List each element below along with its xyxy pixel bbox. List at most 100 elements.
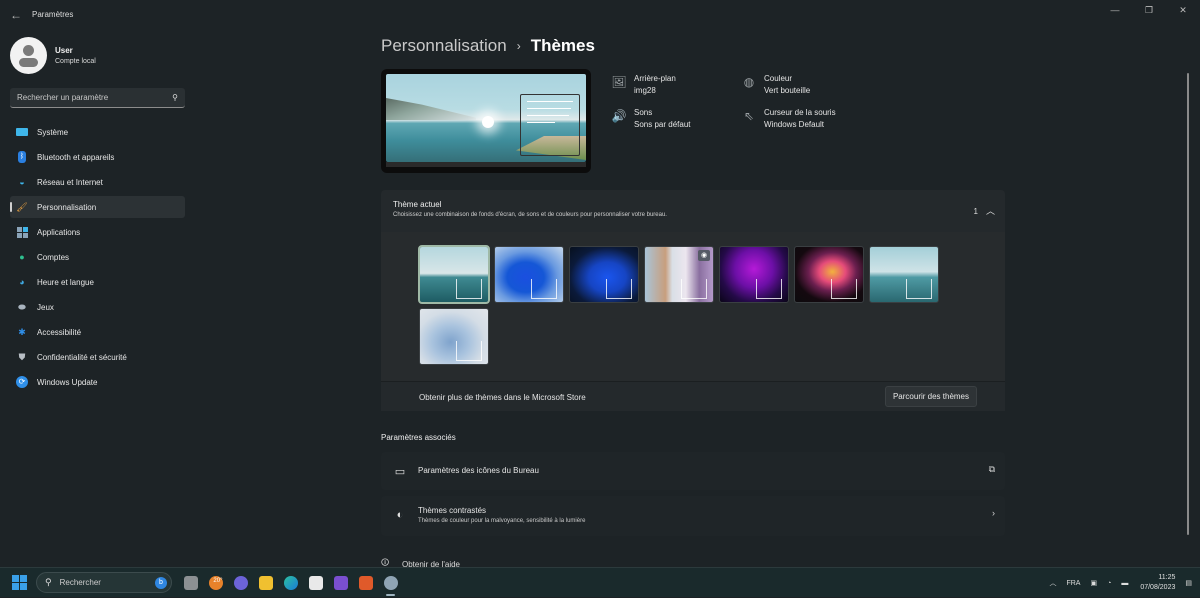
property-title: Curseur de la souris [764, 108, 836, 117]
volume-icon[interactable]: ◔ [1107, 580, 1111, 587]
accessibility-icon: ✱ [18, 326, 26, 337]
user-name: User [55, 45, 73, 55]
taskbar-search[interactable]: ⚲ Rechercher b [36, 572, 172, 593]
theme-thumbnail-bloom-light-theme[interactable] [494, 246, 564, 303]
sidebar-item-system[interactable]: Système [10, 121, 185, 143]
cursor-property[interactable]: ⇖ Curseur de la souris Windows Default [741, 108, 836, 129]
task-view-button[interactable] [178, 571, 203, 595]
sidebar-item-time-language[interactable]: ◕ Heure et langue [10, 271, 185, 293]
scrollbar[interactable] [1187, 73, 1189, 535]
folder-icon [258, 576, 273, 590]
close-button[interactable]: ✕ [1166, 0, 1200, 20]
taskbar-preview [386, 162, 586, 167]
chevron-right-icon: › [516, 39, 521, 53]
sidebar-item-bluetooth[interactable]: ᛒ Bluetooth et appareils [10, 146, 185, 168]
store-button[interactable] [303, 571, 328, 595]
sidebar-item-accounts[interactable]: ● Comptes [10, 246, 185, 268]
ubuntu-button[interactable] [353, 571, 378, 595]
settings-search: ⚲ [10, 88, 185, 108]
chat-icon [233, 576, 248, 590]
taskbar-apps: 20° [178, 571, 403, 596]
desktop-icon-settings-row[interactable]: ▭ Paramètres des icônes du Bureau ⧉ [381, 452, 1005, 490]
clock[interactable]: 11:25 07/08/2023 [1140, 573, 1175, 593]
notifications-icon[interactable]: ▤ [1185, 579, 1192, 587]
bluetooth-icon: ᛒ [16, 151, 28, 163]
sidebar-item-label: Système [37, 127, 69, 137]
chevron-up-icon[interactable]: ︿ [986, 204, 995, 217]
property-title: Sons [634, 108, 653, 117]
current-theme-title: Thème actuel [393, 200, 442, 209]
language-indicator[interactable]: FRA [1066, 580, 1080, 587]
speaker-icon: 🔊 [611, 109, 627, 123]
color-property[interactable]: ◍ Couleur Vert bouteille [741, 74, 811, 95]
sidebar-item-label: Jeux [37, 302, 54, 312]
current-theme-header[interactable]: Thème actuel Choisissez une combinaison … [381, 190, 1005, 232]
current-theme-card: Thème actuel Choisissez une combinaison … [381, 190, 1005, 411]
edge-button[interactable] [278, 571, 303, 595]
edge-icon [283, 576, 298, 590]
sidebar-item-apps[interactable]: Applications [10, 221, 185, 243]
sidebar-item-label: Applications [37, 227, 81, 237]
apps-icon [16, 226, 28, 238]
gamepad-icon: ⬬ [18, 301, 26, 312]
start-button[interactable] [12, 575, 27, 590]
theme-thumbnail-flower-theme[interactable] [794, 246, 864, 303]
background-property[interactable]: 🖼 Arrière-plan img28 [611, 74, 675, 95]
window-preview [456, 279, 482, 299]
monitor-icon: ▭ [394, 465, 406, 478]
clock-time: 11:25 [1158, 574, 1176, 581]
palette-icon: ◍ [743, 75, 755, 89]
battery-icon[interactable]: ▬ [1121, 580, 1128, 587]
theme-thumbnail-glow-theme[interactable] [719, 246, 789, 303]
sidebar-item-personalization[interactable]: 🖌 Personnalisation [10, 196, 185, 218]
visual-studio-button[interactable] [328, 571, 353, 595]
chevron-up-icon[interactable]: ︿ [1049, 578, 1056, 588]
clock-globe-icon: ◕ [19, 277, 25, 287]
breadcrumb-parent[interactable]: Personnalisation [381, 36, 507, 56]
sidebar-item-label: Windows Update [37, 377, 98, 387]
sidebar-item-privacy[interactable]: ⛊ Confidentialité et sécurité [10, 346, 185, 368]
store-text: Obtenir plus de thèmes dans le Microsoft… [419, 393, 586, 402]
theme-thumbnail-spotlight-theme[interactable]: ◉ [644, 246, 714, 303]
settings-window: ← Paramètres — ❐ ✕ User Compte local ⚲ S… [0, 0, 1200, 569]
window-preview [681, 279, 707, 299]
search-input[interactable] [17, 93, 173, 102]
theme-thumbnail-bloom-dark-theme[interactable] [569, 246, 639, 303]
browse-themes-button[interactable]: Parcourir des thèmes [884, 386, 977, 407]
network-icon[interactable]: ▣ [1090, 579, 1097, 587]
sidebar-item-accessibility[interactable]: ✱ Accessibilité [10, 321, 185, 343]
sidebar-item-gaming[interactable]: ⬬ Jeux [10, 296, 185, 318]
minimize-button[interactable]: — [1098, 0, 1132, 20]
property-value: Windows Default [764, 120, 825, 129]
property-value: Vert bouteille [764, 86, 811, 95]
theme-thumbnail-lake-alt-theme[interactable] [869, 246, 939, 303]
back-button[interactable]: ← [8, 7, 24, 23]
visual-studio-icon [333, 576, 348, 590]
title-bar: ← Paramètres — ❐ ✕ [0, 0, 1200, 30]
chevron-right-icon: › [992, 508, 995, 518]
maximize-button[interactable]: ❐ [1132, 0, 1166, 20]
theme-thumbnail-ribbon-theme[interactable] [419, 308, 489, 365]
theme-count: 1 [973, 207, 978, 216]
sidebar: User Compte local ⚲ Système ᛒ Bluetooth … [0, 30, 192, 567]
ubuntu-icon [358, 576, 373, 590]
search-icon[interactable]: ⚲ [172, 93, 178, 102]
file-explorer-button[interactable] [253, 571, 278, 595]
account-icon: ● [19, 252, 25, 262]
weather-widget[interactable]: 20° [203, 571, 228, 595]
sounds-property[interactable]: 🔊 Sons Sons par défaut [611, 108, 691, 129]
theme-thumbnail-lake-theme[interactable] [418, 245, 490, 304]
contrast-icon: ◐ [396, 509, 404, 521]
sidebar-item-windows-update[interactable]: ⟳ Windows Update [10, 371, 185, 393]
sidebar-item-network[interactable]: ◒ Réseau et Internet [10, 171, 185, 193]
system-tray: ︿ FRA ▣ ◔ ▬ 11:25 07/08/2023 ▤ [1039, 568, 1192, 598]
restore-icon: ❐ [1144, 4, 1154, 15]
window-preview [531, 279, 557, 299]
settings-app-button[interactable] [378, 571, 403, 596]
external-link-icon: ⧉ [988, 464, 995, 474]
window-preview [520, 94, 580, 156]
related-settings-title: Paramètres associés [381, 433, 456, 442]
contrast-themes-row[interactable]: ◐ Thèmes contrastés Thèmes de couleur po… [381, 496, 1005, 536]
chat-button[interactable] [228, 571, 253, 595]
user-profile[interactable]: User Compte local [10, 36, 96, 74]
